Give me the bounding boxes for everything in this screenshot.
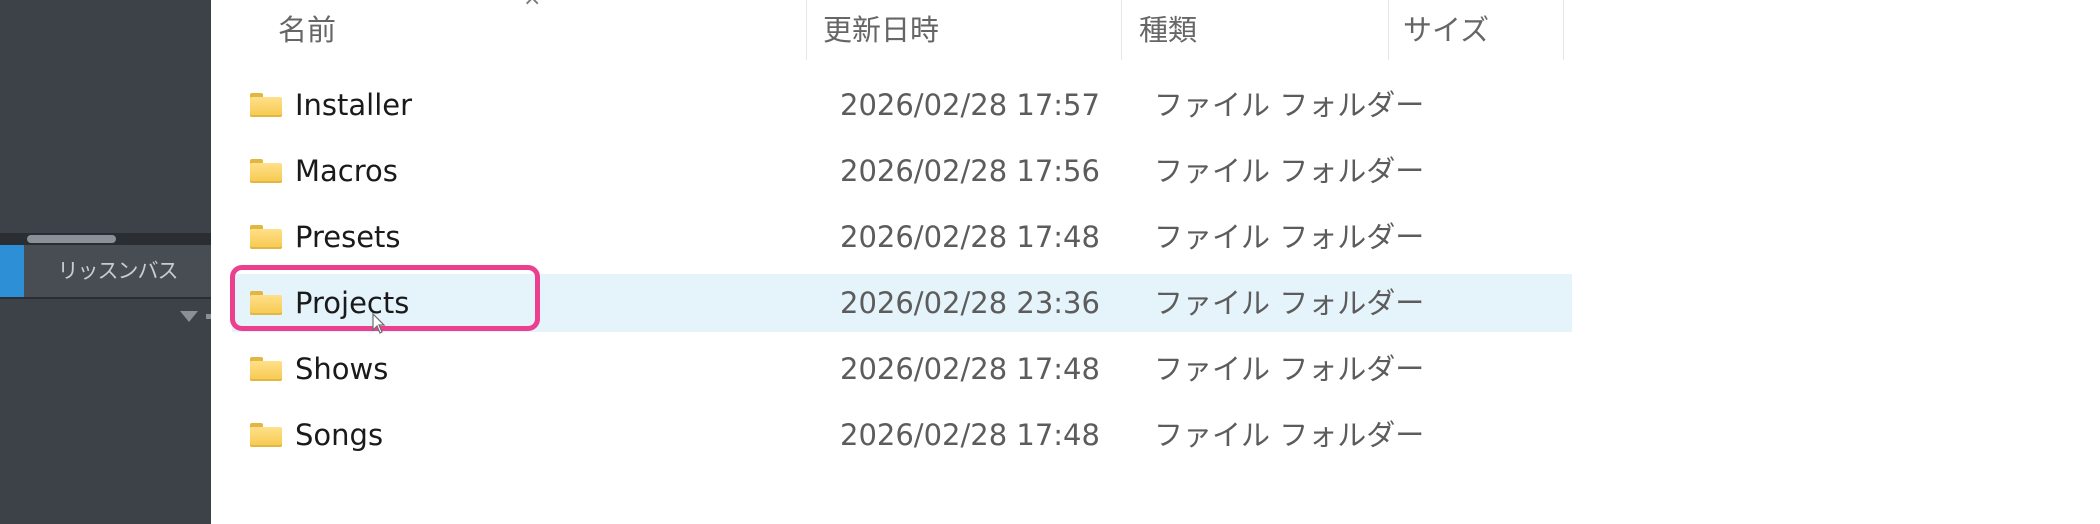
column-divider[interactable]: [1121, 0, 1122, 60]
file-modified-date: 2026/02/28 17:48: [840, 352, 1100, 386]
file-type: ファイル フォルダー: [1154, 286, 1425, 320]
folder-icon: [250, 159, 282, 183]
file-modified-date: 2026/02/28 17:48: [840, 220, 1100, 254]
file-row[interactable]: Songs 2026/02/28 17:48 ファイル フォルダー: [232, 406, 1572, 464]
file-name[interactable]: Presets: [295, 208, 401, 266]
folder-icon: [250, 225, 282, 249]
column-divider[interactable]: [806, 0, 807, 60]
column-divider[interactable]: [1563, 0, 1564, 60]
file-row[interactable]: Shows 2026/02/28 17:48 ファイル フォルダー: [232, 340, 1572, 398]
file-name[interactable]: Shows: [295, 340, 388, 398]
column-divider[interactable]: [1388, 0, 1389, 60]
file-modified-date: 2026/02/28 17:56: [840, 154, 1100, 188]
file-row[interactable]: Macros 2026/02/28 17:56 ファイル フォルダー: [232, 142, 1572, 200]
folder-icon: [250, 357, 282, 381]
file-name[interactable]: Macros: [295, 142, 398, 200]
file-name[interactable]: Songs: [295, 406, 383, 464]
close-icon[interactable]: ×: [523, 0, 541, 10]
column-header-date[interactable]: 更新日時: [823, 0, 939, 60]
scrollbar-thumb[interactable]: [27, 235, 116, 243]
file-row[interactable]: Presets 2026/02/28 17:48 ファイル フォルダー: [232, 208, 1572, 266]
file-modified-date: 2026/02/28 17:57: [840, 88, 1100, 122]
column-header-type[interactable]: 種類: [1139, 0, 1197, 60]
file-modified-date: 2026/02/28 23:36: [840, 286, 1100, 320]
file-modified-date: 2026/02/28 17:48: [840, 418, 1100, 452]
mouse-cursor-icon: [372, 313, 386, 334]
track-color-indicator: [0, 245, 24, 297]
file-explorer-list: × 名前 更新日時 種類 サイズ Installer 2026/02/28 17:…: [211, 0, 2100, 524]
file-type: ファイル フォルダー: [1154, 352, 1425, 386]
column-header-size[interactable]: サイズ: [1403, 0, 1489, 60]
folder-icon: [250, 423, 282, 447]
file-type: ファイル フォルダー: [1154, 154, 1425, 188]
file-type: ファイル フォルダー: [1154, 418, 1425, 452]
file-type: ファイル フォルダー: [1154, 220, 1425, 254]
file-type: ファイル フォルダー: [1154, 88, 1425, 122]
folder-icon: [250, 93, 282, 117]
file-name[interactable]: Installer: [295, 76, 412, 134]
chevron-down-icon[interactable]: [180, 311, 198, 322]
file-row[interactable]: Installer 2026/02/28 17:57 ファイル フォルダー: [232, 76, 1572, 134]
track-label[interactable]: リッスンバス: [24, 245, 211, 297]
column-header-name[interactable]: 名前: [278, 0, 336, 60]
